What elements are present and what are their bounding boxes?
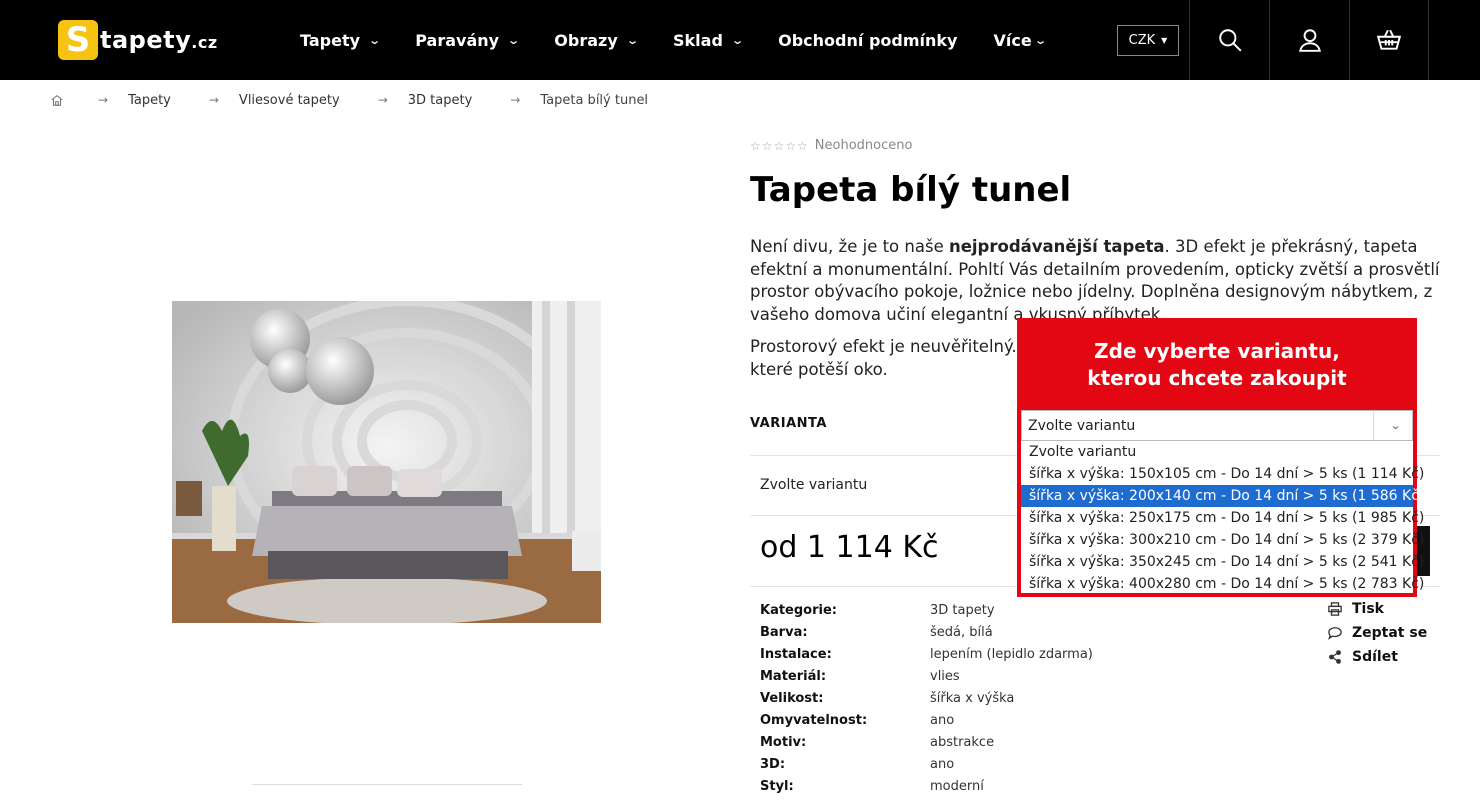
callout-text: Zde vyberte variantu, kterou chcete zako… [1087,339,1347,390]
cart-icon [1376,29,1402,50]
chevron-down-icon: ⌄ [507,33,521,47]
share-icon [1329,650,1341,664]
variant-callout: Zde vyberte variantu, kterou chcete zako… [1017,318,1424,597]
logo-text: tapety.cz [100,26,218,54]
variant-options-list: Zvolte variantu šířka x výška: 150x105 c… [1021,441,1424,595]
variant-option[interactable]: Zvolte variantu [1021,441,1413,463]
param-row: Barva: šedá, bílá [760,624,993,640]
arrow-right-icon: → [510,93,521,107]
product-image[interactable] [172,301,601,623]
nav-item-vice[interactable]: Více ⌄ [993,31,1047,50]
nav-item-obchodni-podminky[interactable]: Obchodní podmínky [778,31,957,50]
share-link[interactable]: Sdílet [1328,645,1427,669]
nav-item-sklad[interactable]: Sklad ⌄ [673,31,744,50]
variant-option[interactable]: šířka x výška: 150x105 cm - Do 14 dní > … [1021,463,1424,485]
main-nav: Tapety ⌄ Paravány ⌄ Obrazy ⌄ Sklad ⌄ Obchodn… [300,0,1047,80]
param-row: Omyvatelnost: ano [760,712,955,728]
breadcrumb-link-tapety[interactable]: Tapety [128,93,171,108]
chevron-down-icon: ⌄ [625,33,639,47]
breadcrumb-link-3d-tapety[interactable]: 3D tapety [408,93,473,108]
breadcrumb: → Tapety → Vliesové tapety → 3D tapety →… [50,90,648,110]
currency-select[interactable]: CZK ▼ [1117,25,1179,56]
param-row: 3D: ano [760,756,955,772]
product-title: Tapeta bílý tunel [750,170,1072,210]
rating-text: Neohodnoceno [814,138,913,153]
chevron-down-icon: ⌄ [368,33,382,47]
nav-item-obrazy[interactable]: Obrazy ⌄ [554,31,639,50]
top-navigation-bar: S tapety.cz Tapety ⌄ Paravány ⌄ Obrazy ⌄ Sk… [0,0,1480,80]
arrow-right-icon: → [208,93,219,107]
wallpaper-tunnel-image [172,301,601,623]
breadcrumb-current: Tapeta bílý tunel [540,92,649,108]
printer-icon [1328,602,1342,616]
variant-label: VARIANTA [750,416,827,431]
product-price: od 1 114 Kč [760,530,939,565]
description-paragraph-1: Není divu, že je to naše nejprodávanější… [750,237,1440,324]
variant-option-selected[interactable]: šířka x výška: 200x140 cm - Do 14 dní > … [1021,485,1424,507]
user-icon [1298,29,1321,52]
product-parameters: Kategorie: 3D tapety Barva: šedá, bílá Ins… [760,599,1093,797]
cart-button[interactable] [1349,0,1429,80]
variant-note: Zvolte variantu [760,477,868,493]
chevron-down-icon: ⌄ [1033,33,1047,47]
param-row: Materiál: vlies [760,668,960,684]
param-row: Styl: moderní [760,778,984,794]
variant-option[interactable]: šířka x výška: 250x175 cm - Do 14 dní > … [1021,507,1424,529]
param-row: Velikost: šířka x výška [760,690,1015,706]
breadcrumb-link-vliesove-tapety[interactable]: Vliesové tapety [239,93,340,108]
search-icon [1218,29,1242,52]
variant-option[interactable]: šířka x výška: 300x210 cm - Do 14 dní > … [1021,529,1424,551]
arrow-right-icon: → [377,93,388,107]
site-logo[interactable]: S tapety.cz [58,18,228,62]
nav-item-tapety[interactable]: Tapety ⌄ [300,31,382,50]
chevron-down-icon: ⌄ [1372,411,1417,440]
nav-item-paravany[interactable]: Paravány ⌄ [415,31,521,50]
caret-down-icon: ▼ [1161,36,1168,45]
chat-icon [1328,627,1342,640]
param-row: Motiv: abstrakce [760,734,995,750]
print-link[interactable]: Tisk [1328,597,1427,621]
image-divider [252,784,522,785]
search-button[interactable] [1189,0,1269,80]
star-rating-icon: ☆☆☆☆☆ [750,138,809,153]
arrow-right-icon: → [98,93,109,107]
product-rating[interactable]: ☆☆☆☆☆ Neohodnoceno [750,138,912,153]
variant-option[interactable]: šířka x výška: 350x245 cm - Do 14 dní > … [1021,551,1424,573]
variant-option[interactable]: šířka x výška: 400x280 cm - Do 14 dní > … [1021,573,1424,595]
param-row: Instalace: lepením (lepidlo zdarma) [760,646,1093,662]
home-icon[interactable] [50,93,64,107]
product-side-actions: Tisk Zeptat se Sdílet [1328,597,1427,669]
variant-select[interactable]: Zvolte variantu ⌄ [1021,410,1413,441]
account-button[interactable] [1269,0,1349,80]
ask-question-link[interactable]: Zeptat se [1328,621,1427,645]
logo-badge: S [58,20,98,60]
chevron-down-icon: ⌄ [731,33,744,47]
param-row: Kategorie: 3D tapety [760,602,995,618]
